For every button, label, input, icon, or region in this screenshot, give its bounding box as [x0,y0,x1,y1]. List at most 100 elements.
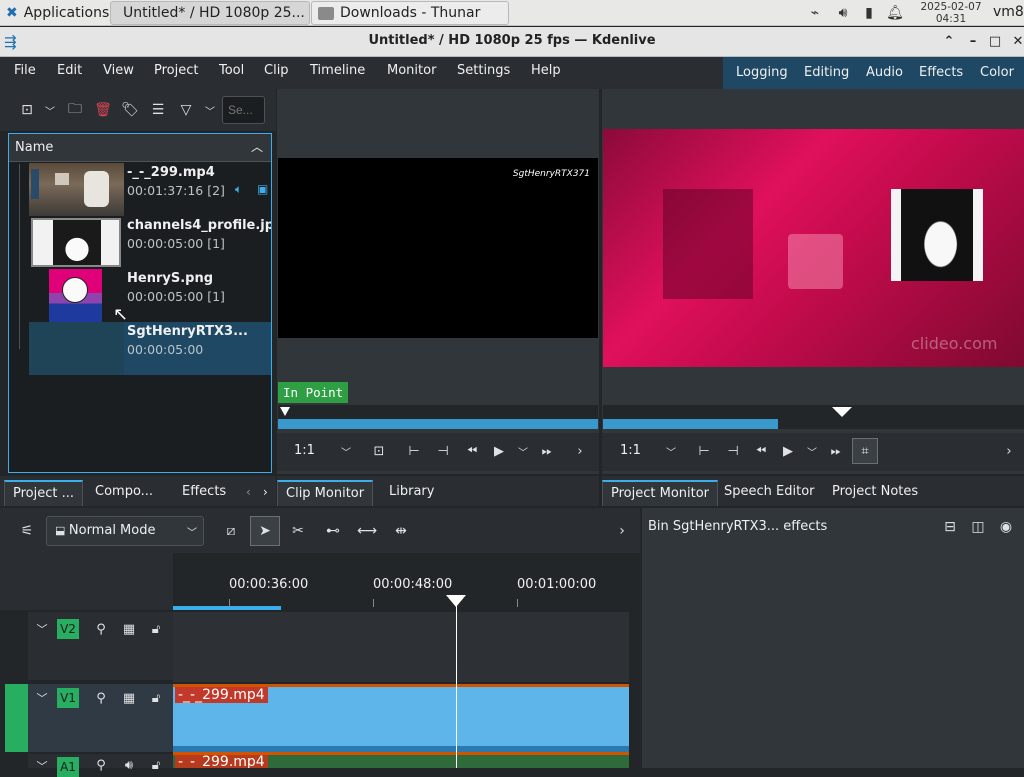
menu-file[interactable]: File [14,63,36,78]
compare-icon[interactable]: ◫ [968,517,988,537]
lock-icon[interactable]: 🔓︎ [147,620,165,638]
set-out-point-icon[interactable]: ⊣ [434,442,452,460]
set-out-point-icon[interactable]: ⊣ [724,442,742,460]
delete-icon[interactable]: 🗑︎ [93,100,113,120]
chevron-down-icon[interactable]: ﹀ [662,442,680,460]
battery-icon[interactable]: ▮ [860,4,878,22]
clock[interactable]: 2025-02-07 04:31 [917,1,985,25]
track-lane-v2[interactable] [173,612,629,682]
user-name[interactable]: vm8 [993,4,1024,20]
track-header-v2[interactable]: ﹀ V2 ⚲ ▦ 🔓︎ [28,612,173,680]
timeline-clip-audio[interactable]: -_-_299.mp4 [173,752,629,768]
film-icon[interactable]: ▦ [120,620,138,638]
rewind-icon[interactable]: ⏪︎ [463,442,481,460]
add-folder-icon[interactable]: 🗀︎ [65,100,85,120]
layout-logging[interactable]: Logging [736,65,788,80]
layout-effects[interactable]: Effects [919,65,963,80]
add-clip-icon[interactable]: ⊡ [17,100,37,120]
play-icon[interactable]: ▶ [490,442,508,460]
roll-tool-icon[interactable]: ⇹ [391,521,411,541]
bin-clip-item-selected[interactable]: SgtHenryRTX3... 00:00:05:00 [29,322,271,375]
minimize-icon[interactable]: – [965,33,981,49]
set-in-point-icon[interactable]: ⊢ [695,442,713,460]
tab-compositions[interactable]: Compo... [87,480,161,506]
play-icon[interactable]: ▶ [779,442,797,460]
fast-forward-icon[interactable]: ⏩︎ [538,442,556,460]
close-icon[interactable]: ✕ [1010,33,1024,49]
layout-editing[interactable]: Editing [804,65,849,80]
layout-audio[interactable]: Audio [866,65,903,80]
layout-color[interactable]: Color [980,65,1014,80]
zoom-level[interactable]: 1:1 [294,443,315,458]
menu-tool[interactable]: Tool [219,63,244,78]
more-options-icon[interactable]: › [571,442,589,460]
menu-timeline[interactable]: Timeline [310,63,365,78]
volume-icon[interactable]: 🔊︎ [834,4,852,22]
timeline-clip-video[interactable]: -_-_299.mp4 [173,684,629,752]
clip-monitor-ruler[interactable] [278,405,598,429]
keep-above-icon[interactable]: ⌃ [941,33,957,49]
effects-wand-icon[interactable]: ⚲ [92,620,110,638]
more-options-icon[interactable]: › [1000,442,1018,460]
menu-monitor[interactable]: Monitor [387,63,436,78]
edit-mode-select[interactable]: ⬓ Normal Mode ﹀ [46,516,204,546]
spacer-tool-icon[interactable]: ⧄ [221,521,241,541]
chevron-down-icon[interactable]: ﹀ [337,442,355,460]
track-name[interactable]: A1 [57,757,79,777]
list-view-icon[interactable]: ☰ [148,100,168,120]
razor-tool-icon[interactable]: ✂ [288,521,308,541]
selection-tool-icon[interactable]: ➤ [250,516,280,546]
notification-bell-icon[interactable]: 🔔︎ [886,4,904,22]
track-settings-icon[interactable]: ⚟ [17,521,37,541]
track-name[interactable]: V1 [57,688,79,708]
project-monitor-video[interactable]: clideo.com [603,129,1024,367]
tab-clip-monitor[interactable]: Clip Monitor [277,480,374,506]
fullscreen-icon[interactable]: ⊡ [370,442,388,460]
audio-speaker-icon[interactable]: 🔊︎ [120,756,138,774]
menu-settings[interactable]: Settings [457,63,510,78]
tab-scroll-right-icon[interactable]: › [263,485,268,499]
bin-column-header[interactable]: Name ︿ [9,134,271,162]
zoom-level[interactable]: 1:1 [620,443,641,458]
playhead-marker[interactable] [280,407,290,416]
ripple-tool-icon[interactable]: ⟷ [357,521,377,541]
collapse-track-icon[interactable]: ﹀ [33,620,51,638]
collapse-track-icon[interactable]: ﹀ [33,689,51,707]
maximize-icon[interactable]: □ [987,33,1003,49]
chevron-down-icon[interactable]: ﹀ [803,442,821,460]
tab-scroll-left-icon[interactable]: ‹ [246,485,251,499]
tab-speech-editor[interactable]: Speech Editor [716,480,823,506]
set-in-point-icon[interactable]: ⊢ [405,442,423,460]
slip-tool-icon[interactable]: ⊷ [323,521,343,541]
chevron-down-icon[interactable]: ﹀ [200,100,220,120]
lock-icon[interactable]: 🔓︎ [147,689,165,707]
taskbar-task-kdenlive[interactable]: Untitled* / HD 1080p 25... [110,1,310,25]
film-icon[interactable]: ▦ [120,689,138,707]
menu-help[interactable]: Help [531,63,561,78]
track-name[interactable]: V2 [57,619,79,639]
menu-clip[interactable]: Clip [264,63,289,78]
chevron-down-icon[interactable]: ﹀ [514,442,532,460]
clip-monitor-video[interactable]: SgtHenryRTX371 [278,158,598,338]
tab-project-notes[interactable]: Project Notes [824,480,926,506]
menu-edit[interactable]: Edit [57,63,82,78]
tab-library[interactable]: Library [381,480,442,506]
chevron-down-icon[interactable]: ﹀ [40,100,60,120]
menu-project[interactable]: Project [154,63,198,78]
tag-icon[interactable]: 🏷︎ [120,100,140,120]
taskbar-task-thunar[interactable]: Downloads - Thunar [311,1,509,25]
lock-icon[interactable]: 🔓︎ [147,756,165,774]
effects-wand-icon[interactable]: ⚲ [92,689,110,707]
toolbar-more-icon[interactable]: › [612,521,632,541]
bin-clip-item[interactable]: channels4_profile.jp 00:00:05:00 [1] [29,216,271,269]
eye-icon[interactable]: ◉ [996,517,1016,537]
crop-icon[interactable]: ⌗ [852,438,878,464]
network-icon[interactable]: ⌁ [806,4,824,22]
project-monitor-ruler[interactable] [603,405,1024,429]
tab-project-bin[interactable]: Project ... [4,480,84,506]
fast-forward-icon[interactable]: ⏩︎ [827,442,845,460]
rewind-icon[interactable]: ⏪︎ [752,442,770,460]
bin-clip-item[interactable]: HenryS.png 00:00:05:00 [1] [29,269,271,322]
track-header-a1[interactable]: ﹀ A1 ⚲ 🔊︎ 🔓︎ [28,754,173,777]
applications-menu-button[interactable]: ✖ Applications [0,1,110,25]
